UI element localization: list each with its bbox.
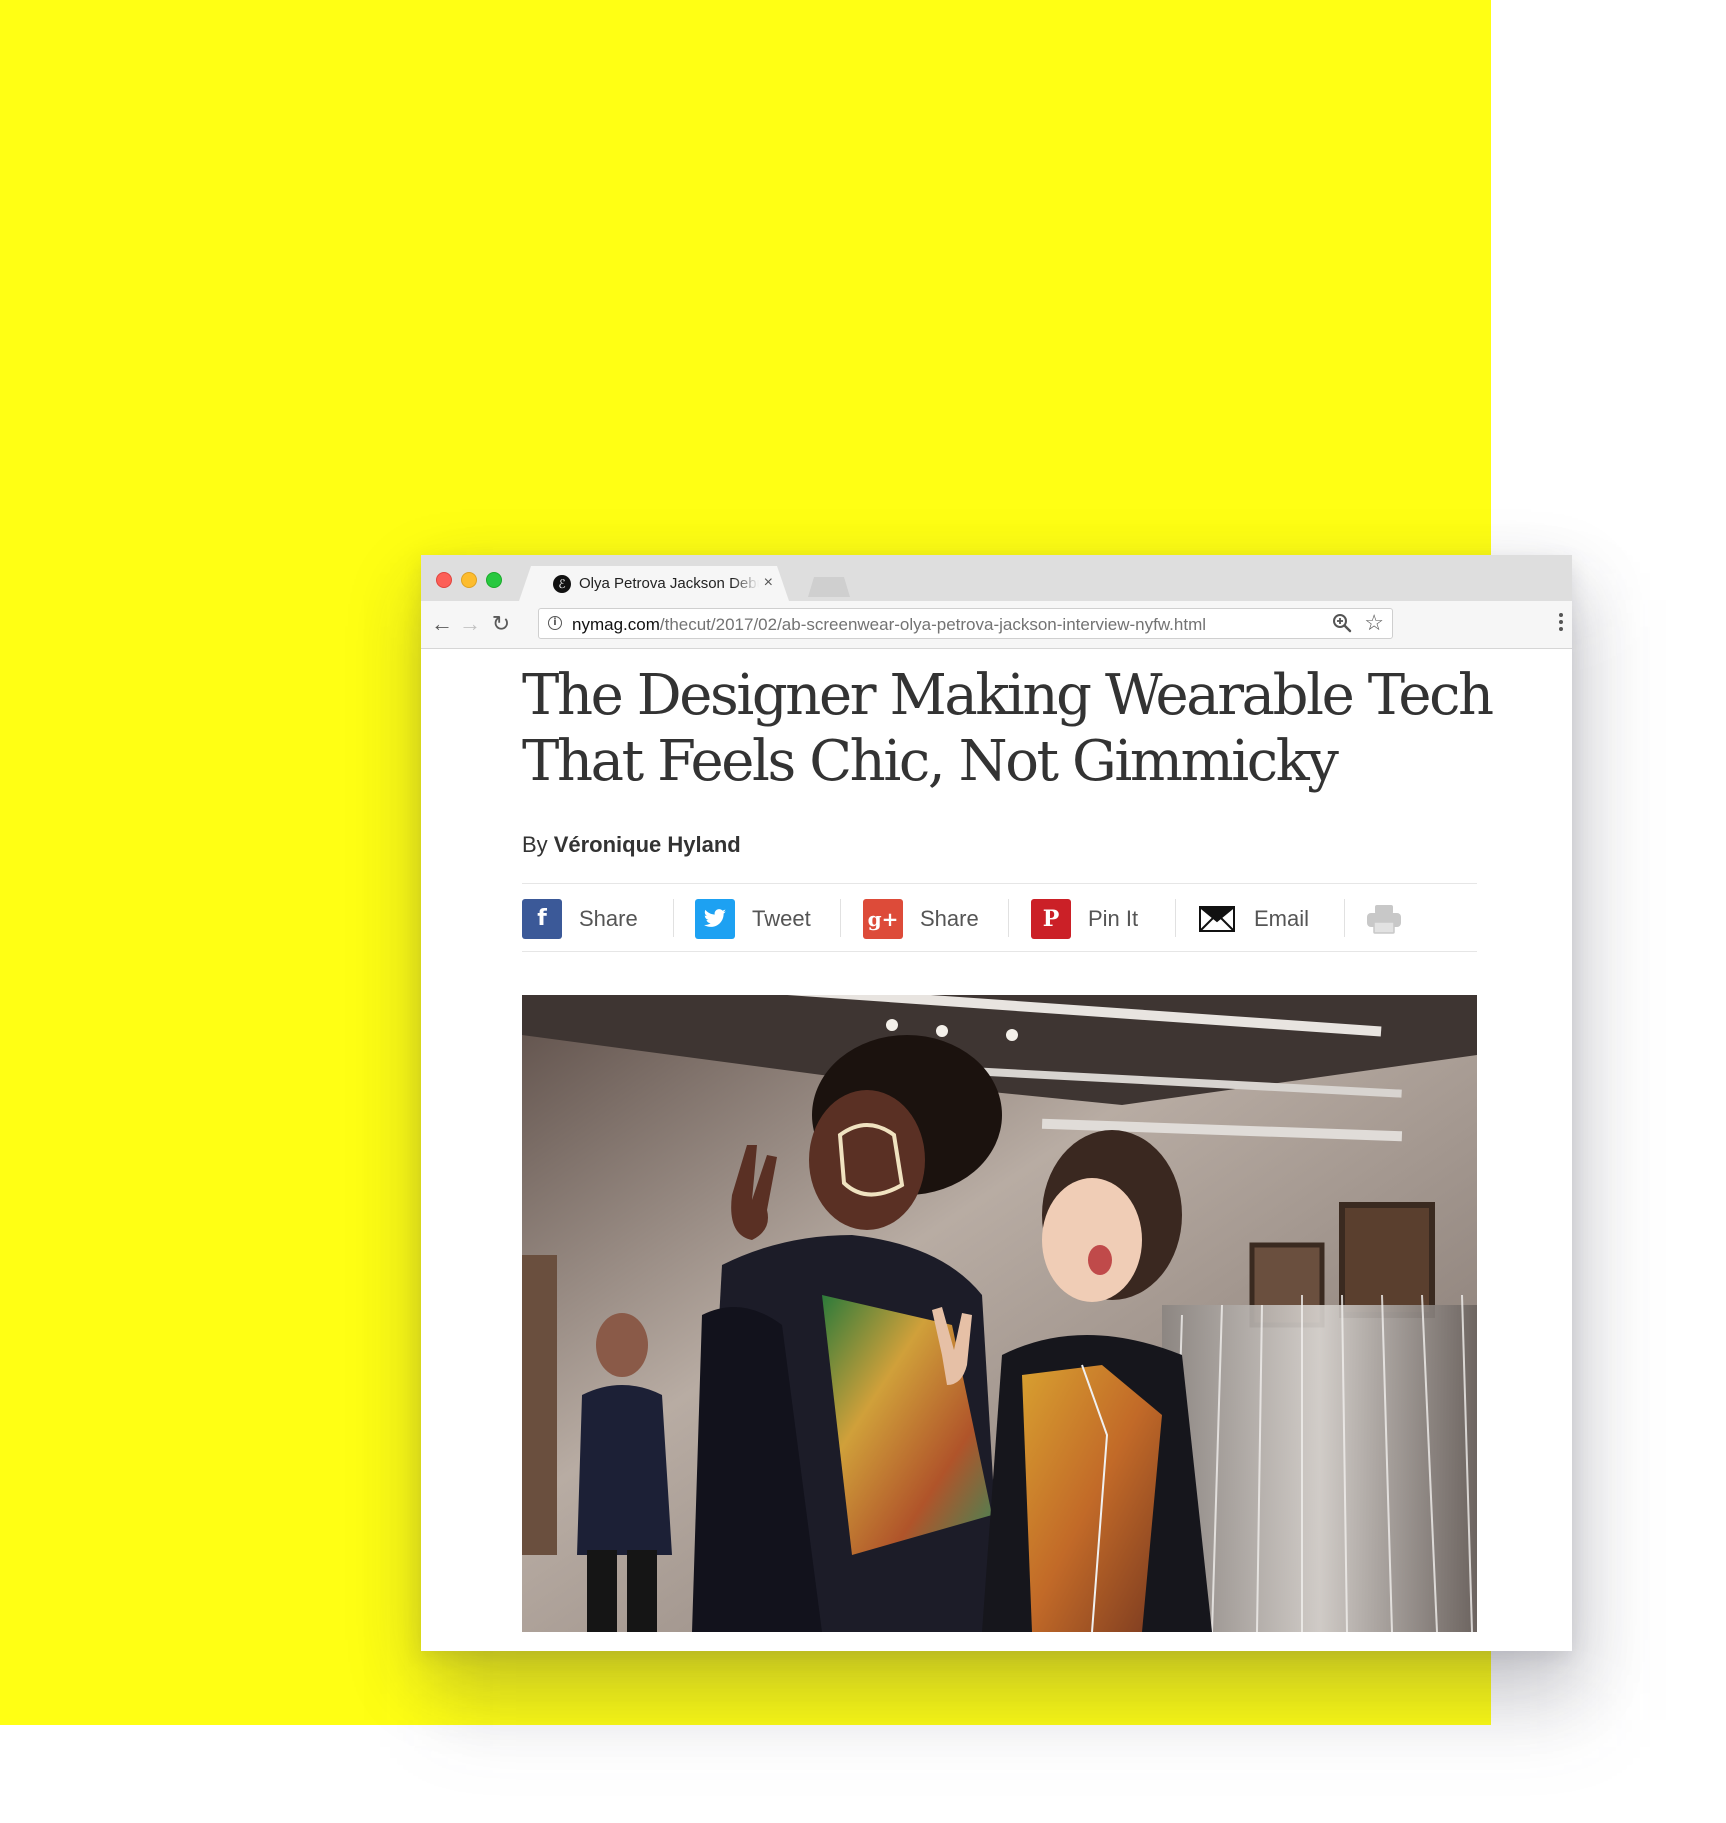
hero-photo-illustration: [522, 995, 1477, 1632]
share-divider: [1008, 899, 1009, 937]
google-plus-icon: g+: [863, 899, 903, 939]
url-path: /thecut/2017/02/ab-screenwear-olya-petro…: [659, 615, 1207, 634]
hero-photo: [522, 995, 1477, 1632]
email-share-label: Email: [1254, 906, 1310, 931]
forward-arrow-icon[interactable]: →: [456, 610, 484, 638]
new-tab-button[interactable]: [808, 577, 850, 597]
tab-strip: ℰ Olya Petrova Jackson Debuts A ×: [421, 555, 1572, 601]
address-bar[interactable]: i nymag.com/thecut/2017/02/ab-screenwear…: [538, 608, 1393, 639]
facebook-share-label: Share: [579, 906, 638, 931]
pinterest-icon: P: [1031, 899, 1071, 939]
pinterest-share-label: Pin It: [1088, 906, 1139, 931]
envelope-icon: [1197, 899, 1237, 939]
article-headline: The Designer Making Wearable Tech That F…: [522, 663, 1494, 794]
kebab-menu-icon[interactable]: [1559, 613, 1563, 635]
pinterest-share-button[interactable]: P Pin It: [1031, 899, 1138, 939]
byline-prefix: By: [522, 832, 548, 857]
zoom-icon[interactable]: [1330, 611, 1354, 635]
google-plus-share-label: Share: [920, 906, 979, 931]
print-icon: [1367, 905, 1401, 934]
print-button[interactable]: [1366, 899, 1402, 939]
tab-active[interactable]: ℰ Olya Petrova Jackson Debuts A ×: [519, 566, 789, 601]
back-arrow-icon[interactable]: ←: [428, 610, 456, 638]
facebook-share-button[interactable]: f Share: [522, 899, 638, 939]
maximize-window-button[interactable]: [486, 572, 502, 588]
tab-title: Olya Petrova Jackson Debuts A: [579, 575, 757, 592]
twitter-icon: [695, 899, 735, 939]
share-divider: [840, 899, 841, 937]
google-plus-share-button[interactable]: g+ Share: [863, 899, 979, 939]
bookmark-star-icon[interactable]: ☆: [1364, 609, 1384, 637]
email-share-button[interactable]: Email: [1197, 899, 1309, 939]
facebook-icon: f: [522, 899, 562, 939]
article-byline: By Véronique Hyland: [522, 832, 741, 858]
share-bar: f Share Tweet g+ Share P Pin It Email: [522, 883, 1477, 952]
url-text[interactable]: nymag.com/thecut/2017/02/ab-screenwear-o…: [572, 615, 1206, 635]
share-divider: [673, 899, 674, 937]
close-window-button[interactable]: [436, 572, 452, 588]
site-favicon-icon: ℰ: [553, 575, 571, 593]
twitter-share-button[interactable]: Tweet: [695, 899, 811, 939]
share-divider: [1344, 899, 1345, 937]
minimize-window-button[interactable]: [461, 572, 477, 588]
close-tab-icon[interactable]: ×: [764, 573, 773, 593]
reload-icon[interactable]: ↻: [487, 610, 515, 638]
page-content: The Designer Making Wearable Tech That F…: [421, 649, 1572, 1651]
byline-author[interactable]: Véronique Hyland: [554, 832, 741, 857]
browser-window: ℰ Olya Petrova Jackson Debuts A × ← → ↻ …: [421, 555, 1572, 1651]
url-host: nymag.com: [572, 615, 660, 634]
site-info-icon[interactable]: i: [548, 616, 562, 630]
browser-toolbar: ← → ↻ i nymag.com/thecut/2017/02/ab-scre…: [421, 601, 1572, 649]
twitter-share-label: Tweet: [752, 906, 811, 931]
share-divider: [1175, 899, 1176, 937]
